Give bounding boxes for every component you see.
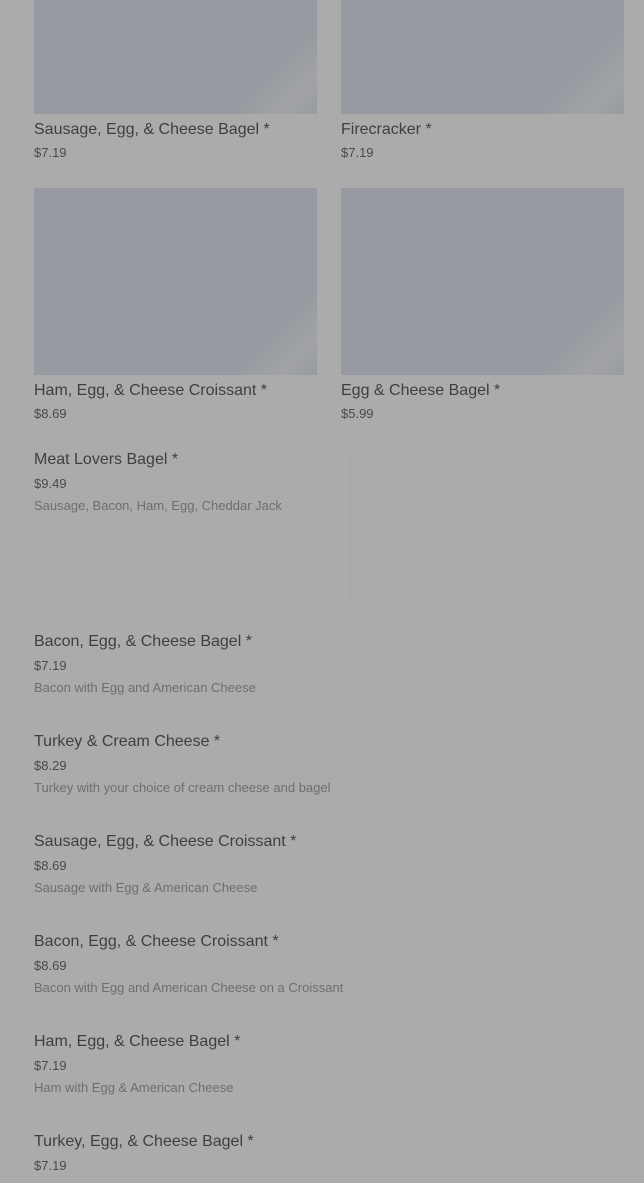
item-description: Bacon with Egg and American Cheese (34, 680, 256, 695)
item-price: $8.29 (34, 758, 67, 773)
menu-card[interactable]: Egg & Cheese Bagel * $5.99 (341, 188, 624, 422)
item-name: Ham, Egg, & Cheese Bagel * (34, 1033, 241, 1050)
item-name: Ham, Egg, & Cheese Croissant * (34, 382, 267, 399)
item-price: $7.19 (34, 1158, 67, 1173)
item-name: Bacon, Egg, & Cheese Bagel * (34, 633, 252, 650)
item-price: $7.19 (34, 145, 67, 160)
item-description: Bacon with Egg and American Cheese on a … (34, 980, 344, 995)
item-description: Sausage, Bacon, Ham, Egg, Cheddar Jack (34, 498, 282, 513)
menu-list-item[interactable]: Ham, Egg, & Cheese Bagel * $7.19 Ham wit… (34, 1032, 610, 1096)
menu-list-item[interactable]: Meat Lovers Bagel * $9.49 Sausage, Bacon… (34, 450, 334, 514)
item-price: $8.69 (34, 858, 67, 873)
item-name: Sausage, Egg, & Cheese Croissant * (34, 833, 297, 850)
menu-list-item[interactable]: Bacon, Egg, & Cheese Croissant * $8.69 B… (34, 932, 610, 996)
menu-list-item[interactable]: Bacon, Egg, & Cheese Bagel * $7.19 Bacon… (34, 632, 610, 696)
item-description: Turkey with your choice of cream cheese … (34, 780, 331, 795)
item-name: Meat Lovers Bagel * (34, 451, 179, 468)
item-image (341, 188, 624, 375)
item-price: $5.99 (341, 406, 374, 421)
menu-list-item[interactable]: Turkey & Cream Cheese * $8.29 Turkey wit… (34, 732, 610, 796)
item-name: Turkey, Egg, & Cheese Bagel * (34, 1133, 254, 1150)
item-image (34, 0, 317, 114)
item-price: $7.19 (34, 1058, 67, 1073)
item-name: Bacon, Egg, & Cheese Croissant * (34, 933, 279, 950)
menu-list-item[interactable]: Sausage, Egg, & Cheese Croissant * $8.69… (34, 832, 610, 896)
item-name: Firecracker * (341, 121, 432, 138)
menu-card[interactable]: Firecracker * $7.19 (341, 0, 624, 161)
item-price: $7.19 (341, 145, 374, 160)
menu-card[interactable]: Sausage, Egg, & Cheese Bagel * $7.19 (34, 0, 317, 161)
item-description: Ham with Egg & American Cheese (34, 1080, 234, 1095)
item-description: Sausage with Egg & American Cheese (34, 880, 258, 895)
menu-list-item[interactable]: Turkey, Egg, & Cheese Bagel * $7.19 (34, 1132, 610, 1174)
menu-page: Sausage, Egg, & Cheese Bagel * $7.19 Fir… (0, 0, 644, 1183)
item-price: $8.69 (34, 958, 67, 973)
item-price: $9.49 (34, 476, 67, 491)
item-name: Sausage, Egg, & Cheese Bagel * (34, 121, 270, 138)
item-image (349, 450, 624, 604)
item-image (341, 0, 624, 114)
item-name: Egg & Cheese Bagel * (341, 382, 501, 399)
item-price: $8.69 (34, 406, 67, 421)
item-name: Turkey & Cream Cheese * (34, 733, 221, 750)
item-price: $7.19 (34, 658, 67, 673)
item-image (34, 188, 317, 375)
menu-card[interactable]: Ham, Egg, & Cheese Croissant * $8.69 (34, 188, 317, 422)
